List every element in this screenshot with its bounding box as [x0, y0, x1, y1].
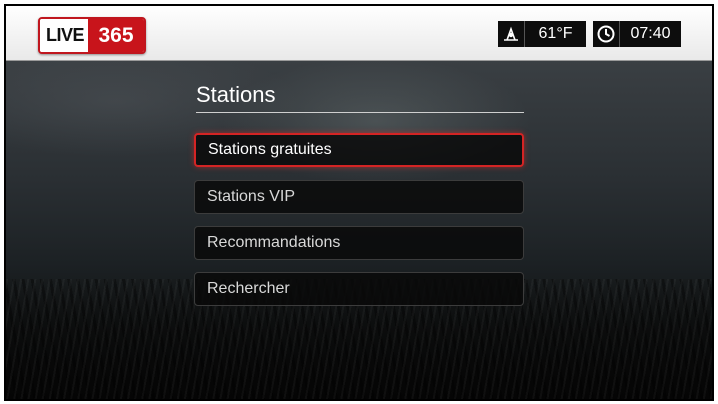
menu-item-label: Stations VIP — [207, 188, 296, 205]
logo-number-text: 365 — [88, 19, 144, 52]
top-bar: LIVE 365 61°F 07:40 — [6, 6, 712, 61]
menu-item-label: Rechercher — [207, 280, 290, 297]
logo-live-text: LIVE — [40, 19, 89, 52]
clock-icon — [593, 21, 620, 47]
clock-widget: 07:40 — [593, 21, 681, 47]
temperature-value: 61°F — [538, 25, 573, 42]
menu-item-stations-vip[interactable]: Stations VIP — [194, 180, 524, 214]
app-frame: LIVE 365 61°F 07:40 Stations Stations gr… — [4, 4, 714, 401]
menu-item-label: Stations gratuites — [208, 141, 332, 158]
time-value: 07:40 — [630, 25, 671, 42]
menu-item-stations-gratuites[interactable]: Stations gratuites — [194, 133, 524, 167]
live365-logo: LIVE 365 — [38, 17, 146, 54]
menu-title: Stations — [196, 82, 524, 113]
menu-item-rechercher[interactable]: Rechercher — [194, 272, 524, 306]
menu-item-label: Recommandations — [207, 234, 341, 251]
menu-item-recommandations[interactable]: Recommandations — [194, 226, 524, 260]
weather-icon — [498, 21, 525, 47]
weather-widget: 61°F — [498, 21, 586, 47]
